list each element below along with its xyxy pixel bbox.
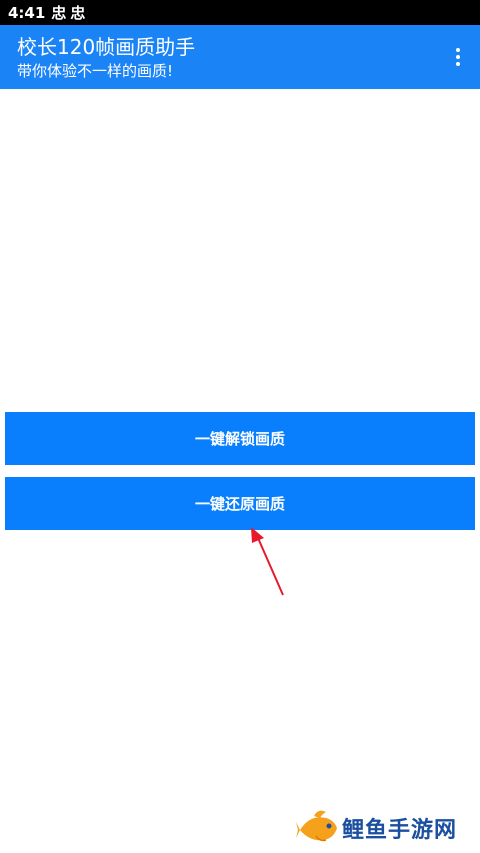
bug-icon: 忠 bbox=[70, 4, 86, 22]
unlock-quality-button[interactable]: 一键解锁画质 bbox=[5, 412, 475, 465]
restore-quality-button[interactable]: 一键还原画质 bbox=[5, 477, 475, 530]
menu-dot bbox=[456, 48, 460, 52]
carp-fish-icon bbox=[296, 810, 337, 842]
watermark: 鲤鱼手游网 bbox=[296, 806, 472, 850]
status-time: 4:41 bbox=[8, 3, 46, 22]
app-subtitle: 带你体验不一样的画质! bbox=[17, 62, 174, 80]
watermark-text: 鲤鱼手游网 bbox=[342, 818, 458, 843]
arrow-shaft bbox=[257, 537, 284, 596]
app-title: 校长120帧画质助手 bbox=[17, 35, 196, 59]
app-screen: 4:41 忠 忠 校长120帧画质助手 带你体验不一样的画质! 一键解锁画质 一… bbox=[0, 0, 480, 853]
more-vert-icon[interactable] bbox=[446, 45, 470, 69]
menu-dot bbox=[456, 62, 460, 66]
menu-dot bbox=[456, 55, 460, 59]
status-bar: 4:41 忠 忠 bbox=[0, 0, 480, 25]
app-bar: 校长120帧画质助手 带你体验不一样的画质! bbox=[0, 25, 480, 89]
bug-icon: 忠 bbox=[51, 4, 67, 22]
